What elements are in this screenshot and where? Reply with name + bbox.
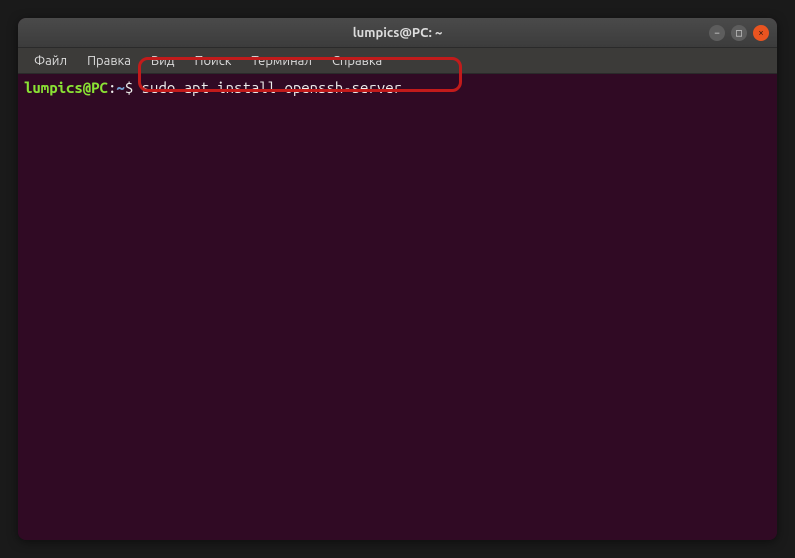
terminal-body[interactable]: lumpics@PC:~$ sudo apt install openssh-s… (18, 74, 777, 540)
menu-file[interactable]: Файл (26, 52, 75, 70)
menu-search[interactable]: Поиск (186, 52, 239, 70)
menu-edit[interactable]: Правка (79, 52, 139, 70)
titlebar[interactable]: lumpics@PC: ~ − □ × (18, 18, 777, 48)
maximize-button[interactable]: □ (731, 25, 747, 41)
menu-help[interactable]: Справка (324, 52, 390, 70)
prompt-path: ~ (116, 79, 124, 96)
prompt-user-host: lumpics@PC (24, 79, 108, 96)
window-title: lumpics@PC: ~ (353, 26, 443, 40)
menubar: Файл Правка Вид Поиск Терминал Справка (18, 48, 777, 74)
close-button[interactable]: × (753, 25, 769, 41)
minimize-button[interactable]: − (709, 25, 725, 41)
command-text: sudo apt install openssh-server (142, 79, 402, 96)
window-controls: − □ × (709, 25, 769, 41)
prompt-dollar: $ (125, 79, 133, 96)
menu-view[interactable]: Вид (143, 52, 183, 70)
prompt-line: lumpics@PC:~$ sudo apt install openssh-s… (24, 78, 771, 98)
terminal-window: lumpics@PC: ~ − □ × Файл Правка Вид Поис… (18, 18, 777, 540)
menu-terminal[interactable]: Терминал (243, 52, 319, 70)
